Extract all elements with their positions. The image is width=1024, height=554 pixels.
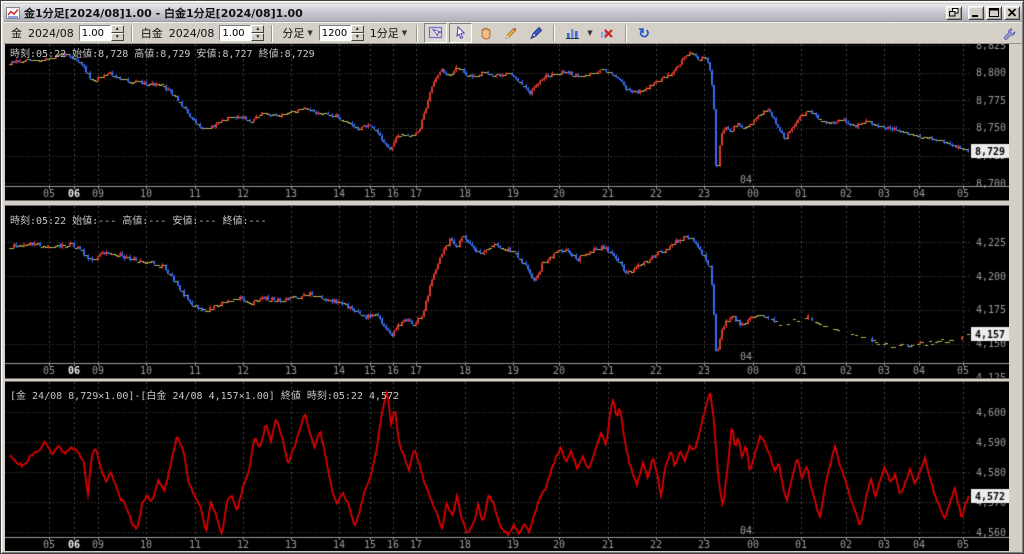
platinum-ratio-input[interactable] [219, 25, 252, 41]
restore-icon [949, 8, 959, 17]
chart-client-area: 時刻:05:22 始値:8,728 高値:8,729 安値:8,727 終値:8… [5, 44, 1009, 551]
toolbar-separator [624, 24, 627, 42]
gold-month: 2024/08 [28, 26, 74, 40]
chart-cursor-icon [428, 26, 443, 39]
bar-chart-icon [565, 29, 579, 39]
gold-ratio-up-button[interactable]: ▲ [110, 25, 124, 33]
toolbar-separator [553, 24, 556, 42]
pencil-icon [505, 27, 517, 40]
delete-chart-button[interactable] [596, 23, 619, 43]
pointer-icon [456, 25, 465, 39]
interval-label: 1分足 [369, 27, 399, 40]
bar-type-label: 分足 [282, 27, 305, 40]
refresh-button[interactable]: ↻ [633, 23, 656, 43]
interval-dropdown[interactable]: 1分足 ▼ [366, 22, 411, 44]
gold-ratio-input[interactable] [78, 25, 111, 41]
pen-icon [529, 26, 542, 40]
platinum-chart-panel: 時刻:05:22 始値:--- 高値:--- 安値:--- 終値:--- [5, 206, 1009, 378]
restore-button[interactable] [946, 5, 962, 20]
settings-wrench-button[interactable] [999, 25, 1019, 43]
hand-icon [481, 27, 491, 40]
refresh-icon: ↻ [638, 25, 650, 41]
hand-button[interactable] [474, 23, 497, 43]
toolbar: 金 2024/08 ▲ ▼ 白金 2024/08 ▲ ▼ 分足 ▼ ▲ [4, 22, 1022, 44]
toolbar-separator [271, 24, 274, 42]
bar-type-dropdown[interactable]: 分足 ▼ [278, 22, 316, 44]
gold-label: 金 [11, 27, 22, 40]
maximize-icon [989, 8, 999, 17]
chevron-down-icon: ▼ [587, 29, 593, 37]
bar-chart-style-caret[interactable]: ▼ [585, 27, 594, 39]
bar-count-spinbox: ▲ ▼ [318, 25, 364, 41]
chart-cursor-button[interactable] [424, 23, 448, 43]
pen-button[interactable] [524, 23, 547, 43]
delete-chart-icon [601, 29, 613, 38]
platinum-ratio-down-button[interactable]: ▼ [251, 33, 265, 41]
bar-count-input[interactable] [318, 25, 351, 41]
gold-ratio-spinbox: ▲ ▼ [78, 25, 124, 41]
close-icon [1007, 8, 1017, 17]
window-title: 金1分足[2024/08]1.00 - 白金1分足[2024/08]1.00 [24, 6, 303, 20]
minimize-button[interactable] [968, 5, 984, 20]
platinum-chart-canvas[interactable] [5, 206, 1009, 378]
app-icon [6, 6, 20, 19]
gold-chart-panel: 時刻:05:22 始値:8,728 高値:8,729 安値:8,727 終値:8… [5, 44, 1009, 200]
bar-chart-button[interactable] [561, 23, 584, 43]
gold-chart-canvas[interactable] [5, 44, 1009, 200]
pencil-button[interactable] [499, 23, 522, 43]
minimize-icon [972, 15, 978, 17]
close-button[interactable] [1004, 5, 1020, 20]
chevron-down-icon: ▼ [401, 29, 408, 37]
bar-count-up-button[interactable]: ▲ [350, 25, 364, 33]
platinum-ratio-spinbox: ▲ ▼ [219, 25, 265, 41]
spread-chart-panel: [金 24/08 8,729×1.00]-[白金 24/08 4,157×1.0… [5, 382, 1009, 551]
toolbar-separator [130, 24, 133, 42]
toolbar-separator [416, 24, 419, 42]
platinum-ratio-up-button[interactable]: ▲ [251, 25, 265, 33]
title-bar[interactable]: 金1分足[2024/08]1.00 - 白金1分足[2024/08]1.00 [4, 4, 1022, 22]
chevron-down-icon: ▼ [307, 29, 313, 37]
maximize-button[interactable] [986, 5, 1002, 20]
chart-window: 金1分足[2024/08]1.00 - 白金1分足[2024/08]1.00 金… [0, 0, 1024, 554]
platinum-label: 白金 [140, 27, 163, 40]
pointer-button[interactable] [449, 23, 473, 43]
gold-ratio-down-button[interactable]: ▼ [110, 33, 124, 41]
platinum-month: 2024/08 [168, 26, 215, 40]
wrench-icon [1003, 28, 1015, 40]
spread-chart-canvas[interactable] [5, 382, 1009, 551]
bar-count-down-button[interactable]: ▼ [350, 33, 364, 41]
